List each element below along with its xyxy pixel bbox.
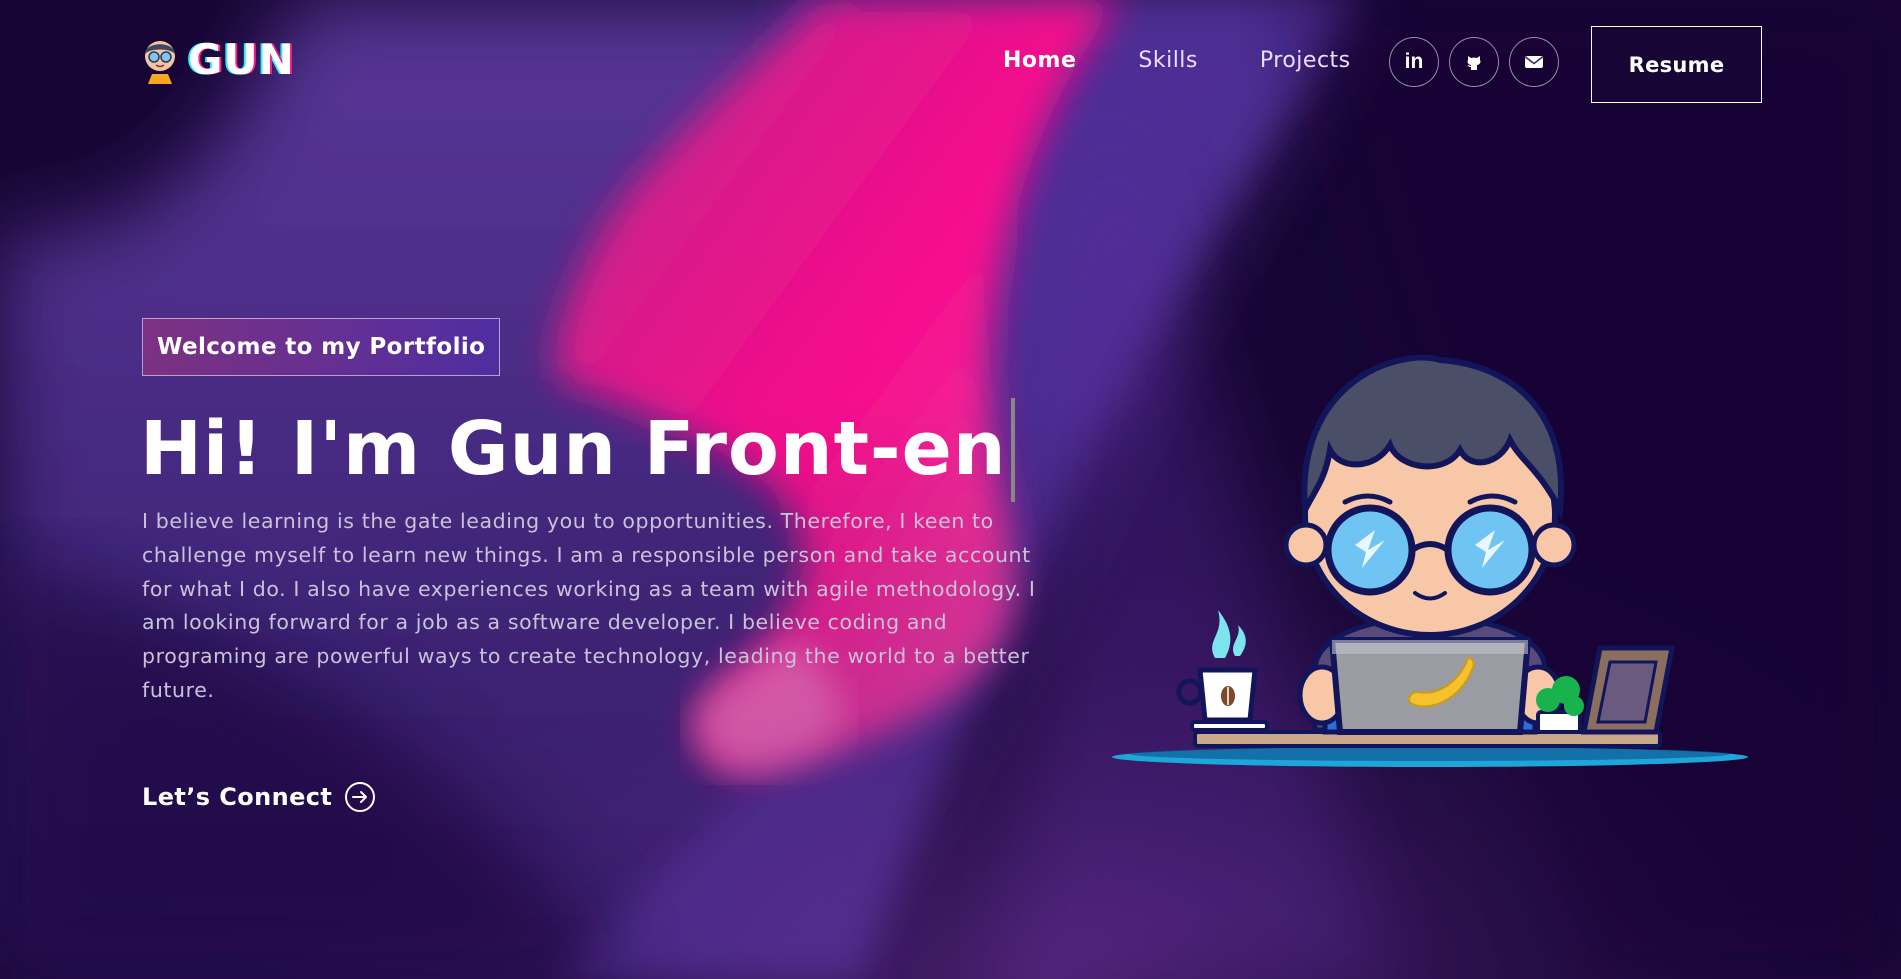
arrow-right-circle-icon xyxy=(345,782,376,812)
typing-caret xyxy=(1010,398,1015,502)
welcome-badge: Welcome to my Portfolio xyxy=(142,318,501,376)
github-icon xyxy=(1467,56,1481,70)
developer-at-laptop-illustration xyxy=(1112,354,1748,767)
top-navbar: GUN Home Skills Projects in Resume xyxy=(0,0,1901,130)
hero-bio: I believe learning is the gate leading y… xyxy=(142,509,1036,702)
mail-icon xyxy=(1525,56,1543,68)
linkedin-icon: in xyxy=(1404,50,1424,73)
nav-link-projects[interactable]: Projects xyxy=(1260,48,1351,73)
resume-button[interactable]: Resume xyxy=(1591,26,1762,103)
nav-menu: Home Skills Projects xyxy=(1003,48,1351,73)
nav-link-skills[interactable]: Skills xyxy=(1138,48,1198,73)
lets-connect-button[interactable]: Let’s Connect xyxy=(142,781,376,813)
social-links: in xyxy=(1389,37,1569,87)
avatar-logo-icon xyxy=(145,41,175,84)
linkedin-link[interactable]: in xyxy=(1389,37,1439,87)
brand-name: GUN xyxy=(188,35,295,84)
nav-link-home[interactable]: Home xyxy=(1003,48,1076,73)
github-link[interactable] xyxy=(1449,37,1499,87)
lets-connect-label: Let’s Connect xyxy=(142,783,333,811)
brand-home-link[interactable]: GUN xyxy=(140,36,295,84)
hero-headline: Hi! I'm Gun Front-en xyxy=(140,398,1015,502)
headline-text: Hi! I'm Gun Front-en xyxy=(140,406,1007,493)
email-link[interactable] xyxy=(1509,37,1559,87)
